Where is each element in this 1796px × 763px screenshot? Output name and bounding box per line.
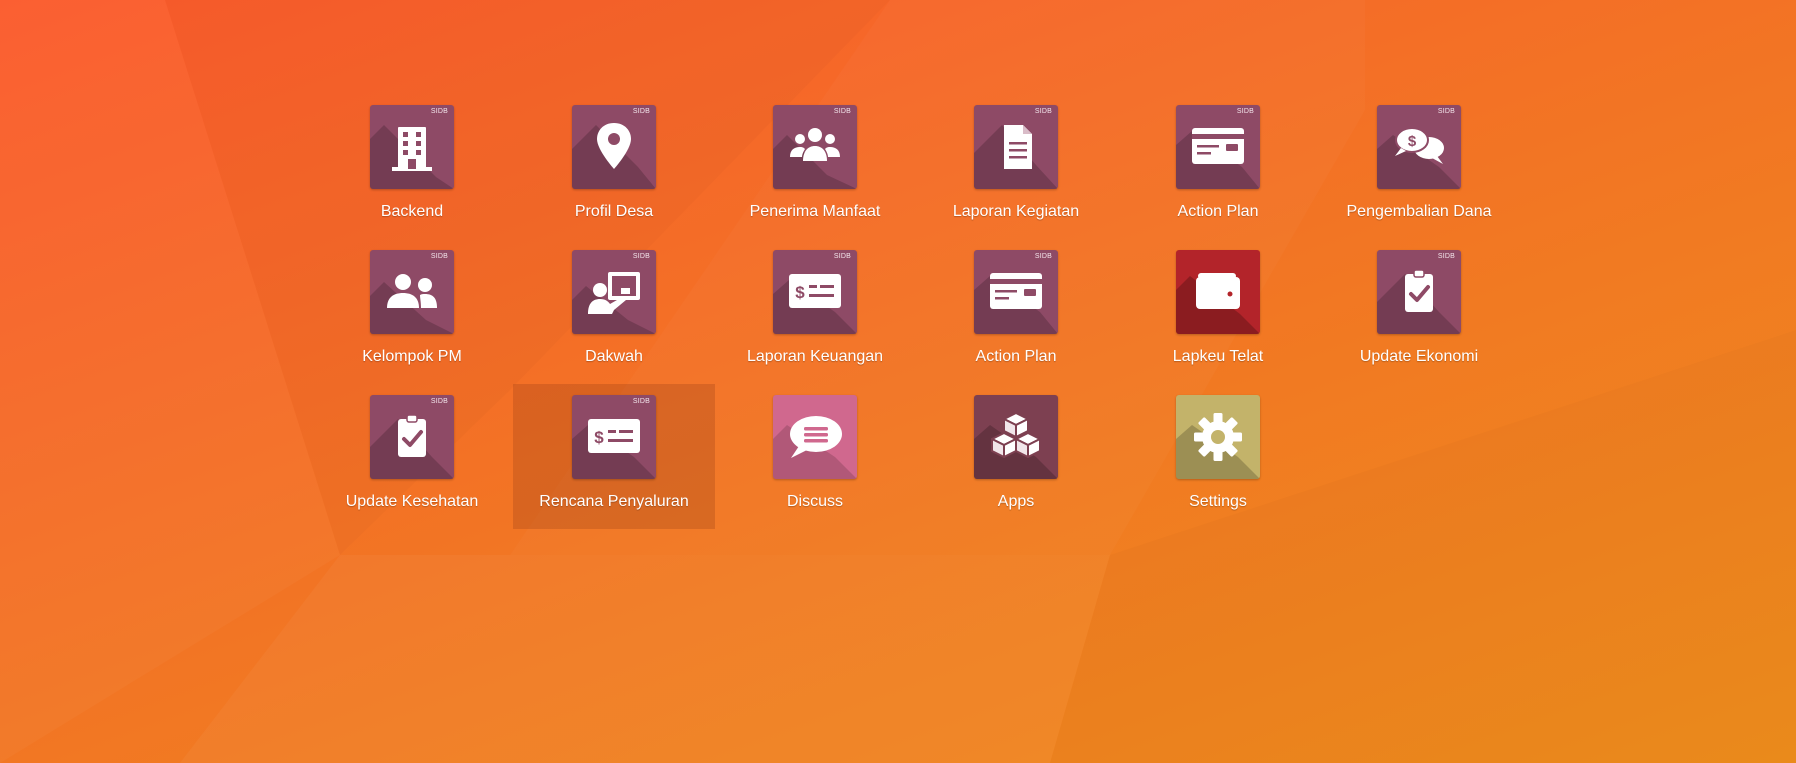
app-apps[interactable]: Apps bbox=[915, 384, 1117, 529]
app-kelompok-pm[interactable]: SIDB Kelompok PM bbox=[311, 239, 513, 384]
app-tile bbox=[773, 395, 857, 479]
app-tile: SIDB bbox=[370, 250, 454, 334]
svg-text:$: $ bbox=[795, 283, 805, 302]
card-icon bbox=[990, 273, 1042, 309]
app-profil-desa[interactable]: SIDB Profil Desa bbox=[513, 94, 715, 239]
app-pengembalian-dana[interactable]: SIDB $ Pengembalian Dana bbox=[1318, 94, 1520, 239]
app-label: Profil Desa bbox=[574, 203, 654, 220]
app-action-plan-2[interactable]: SIDB Action Plan bbox=[915, 239, 1117, 384]
user-group-icon bbox=[387, 274, 437, 308]
presentation-icon bbox=[588, 272, 640, 314]
app-tile: SIDB bbox=[572, 250, 656, 334]
app-tile: SIDB bbox=[974, 250, 1058, 334]
app-label: Update Kesehatan bbox=[345, 493, 479, 510]
building-icon bbox=[392, 127, 432, 171]
app-update-kesehatan[interactable]: SIDB Update Kesehatan bbox=[311, 384, 513, 529]
chat-bubble-icon bbox=[790, 416, 842, 458]
app-label: Penerima Manfaat bbox=[749, 203, 881, 220]
app-label: Settings bbox=[1189, 493, 1247, 510]
money-check-icon: $ bbox=[588, 419, 640, 453]
app-backend[interactable]: SIDB Backend bbox=[311, 94, 513, 239]
app-lapkeu-telat[interactable]: Lapkeu Telat bbox=[1117, 239, 1319, 384]
app-label: Kelompok PM bbox=[362, 348, 462, 365]
cubes-icon bbox=[991, 412, 1041, 458]
app-label: Apps bbox=[997, 493, 1035, 510]
app-tile: SIDB bbox=[773, 105, 857, 189]
users-icon bbox=[790, 128, 840, 161]
app-tile: SIDB bbox=[1377, 250, 1461, 334]
card-icon bbox=[1192, 128, 1244, 164]
app-label: Action Plan bbox=[1177, 203, 1259, 220]
money-check-icon: $ bbox=[789, 274, 841, 308]
clipboard-check-icon bbox=[398, 414, 426, 457]
app-label: Backend bbox=[380, 203, 444, 220]
app-laporan-keuangan[interactable]: SIDB $ Laporan Keuangan bbox=[714, 239, 916, 384]
app-tile: SIDB bbox=[370, 395, 454, 479]
app-label: Laporan Kegiatan bbox=[952, 203, 1080, 220]
clipboard-check-icon bbox=[1405, 269, 1433, 312]
app-laporan-kegiatan[interactable]: SIDB Laporan Kegiatan bbox=[915, 94, 1117, 239]
app-tile: SIDB bbox=[974, 105, 1058, 189]
app-label: Rencana Penyaluran bbox=[539, 493, 689, 510]
gear-icon bbox=[1194, 413, 1242, 461]
document-icon bbox=[1004, 125, 1032, 169]
app-rencana-penyaluran[interactable]: SIDB $ Rencana Penyaluran bbox=[513, 384, 715, 529]
map-marker-icon bbox=[597, 123, 631, 169]
app-dakwah[interactable]: SIDB Dakwah bbox=[513, 239, 715, 384]
wallet-icon bbox=[1196, 273, 1240, 309]
svg-text:$: $ bbox=[1408, 133, 1417, 150]
app-label: Pengembalian Dana bbox=[1346, 203, 1492, 220]
app-tile: SIDB bbox=[1176, 105, 1260, 189]
app-tile bbox=[974, 395, 1058, 479]
app-tile: SIDB bbox=[572, 105, 656, 189]
app-tile: SIDB $ bbox=[1377, 105, 1461, 189]
app-label: Lapkeu Telat bbox=[1172, 348, 1264, 365]
app-update-ekonomi[interactable]: SIDB Update Ekonomi bbox=[1318, 239, 1520, 384]
app-tile bbox=[1176, 250, 1260, 334]
app-label: Dakwah bbox=[585, 348, 643, 365]
app-label: Discuss bbox=[786, 493, 843, 510]
app-grid: SIDB Backend SIDB Profil Desa SIDB Pener… bbox=[0, 0, 1796, 763]
money-chat-icon: $ bbox=[1395, 127, 1444, 164]
app-label: Update Ekonomi bbox=[1359, 348, 1479, 365]
app-label: Action Plan bbox=[975, 348, 1057, 365]
app-label: Laporan Keuangan bbox=[746, 348, 884, 365]
app-action-plan[interactable]: SIDB Action Plan bbox=[1117, 94, 1319, 239]
app-tile: SIDB $ bbox=[572, 395, 656, 479]
app-penerima-manfaat[interactable]: SIDB Penerima Manfaat bbox=[714, 94, 916, 239]
svg-text:$: $ bbox=[594, 428, 604, 447]
home-menu: { "apps": [ {"name": "Backend", "icon": … bbox=[0, 0, 1796, 763]
app-tile: SIDB $ bbox=[773, 250, 857, 334]
app-tile: SIDB bbox=[370, 105, 454, 189]
app-discuss[interactable]: Discuss bbox=[714, 384, 916, 529]
app-tile bbox=[1176, 395, 1260, 479]
app-settings[interactable]: Settings bbox=[1117, 384, 1319, 529]
